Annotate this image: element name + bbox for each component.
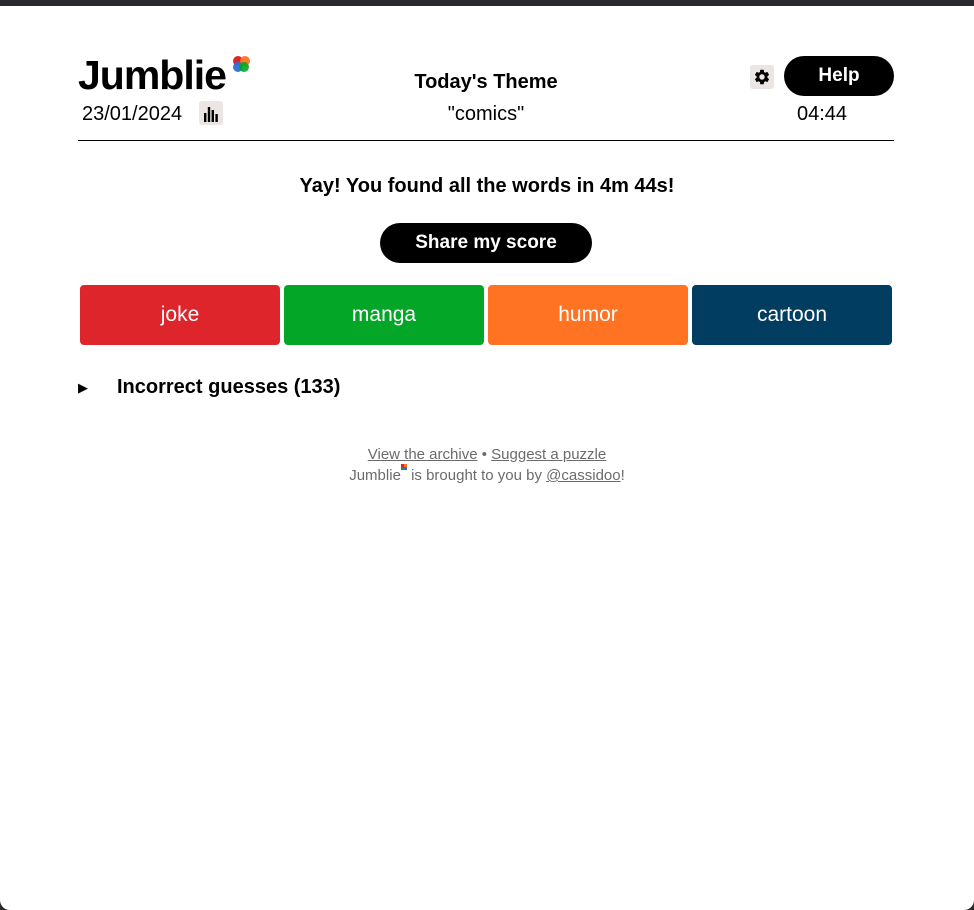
word-tile-humor: humor bbox=[488, 285, 688, 345]
suggest-puzzle-link[interactable]: Suggest a puzzle bbox=[491, 446, 606, 463]
footer-credit: Jumblie is brought to you by @cassidoo! bbox=[0, 464, 974, 486]
theme-word: "comics" bbox=[447, 103, 525, 125]
theme-title: Today's Theme bbox=[414, 71, 558, 93]
logo: Jumblie bbox=[78, 52, 227, 98]
footer-trailing: ! bbox=[620, 467, 625, 484]
game-window: Jumblie 23/01/2024 Today's Theme "comics… bbox=[0, 6, 974, 910]
word-tile-joke: joke bbox=[80, 285, 280, 345]
found-words: joke manga humor cartoon bbox=[80, 285, 892, 345]
header: Jumblie 23/01/2024 Today's Theme "comics… bbox=[78, 6, 894, 141]
view-archive-link[interactable]: View the archive bbox=[368, 446, 478, 463]
logo-dots-icon bbox=[233, 56, 250, 72]
share-score-button[interactable]: Share my score bbox=[380, 223, 592, 263]
incorrect-guesses-toggle[interactable]: ▶ Incorrect guesses (133) bbox=[78, 376, 340, 399]
footer-separator: • bbox=[481, 446, 487, 463]
settings-button[interactable] bbox=[750, 65, 774, 89]
mini-logo-icon bbox=[400, 464, 407, 470]
gear-icon bbox=[754, 69, 770, 85]
expand-triangle-icon: ▶ bbox=[78, 379, 88, 395]
stats-button[interactable] bbox=[199, 101, 223, 125]
footer: View the archive • Suggest a puzzle Jumb… bbox=[0, 444, 974, 486]
author-link[interactable]: @cassidoo bbox=[546, 467, 620, 484]
bar-chart-icon bbox=[204, 106, 218, 122]
help-button[interactable]: Help bbox=[784, 56, 894, 96]
footer-brought-by: is brought to you by bbox=[411, 467, 542, 484]
footer-brand: Jumblie bbox=[349, 467, 401, 484]
timer: 04:44 bbox=[796, 103, 848, 125]
incorrect-guesses-label: Incorrect guesses (133) bbox=[117, 376, 341, 398]
success-message: Yay! You found all the words in 4m 44s! bbox=[299, 175, 675, 197]
word-tile-cartoon: cartoon bbox=[692, 285, 892, 345]
word-tile-manga: manga bbox=[284, 285, 484, 345]
puzzle-date: 23/01/2024 bbox=[82, 103, 183, 125]
footer-links: View the archive • Suggest a puzzle bbox=[0, 444, 974, 465]
